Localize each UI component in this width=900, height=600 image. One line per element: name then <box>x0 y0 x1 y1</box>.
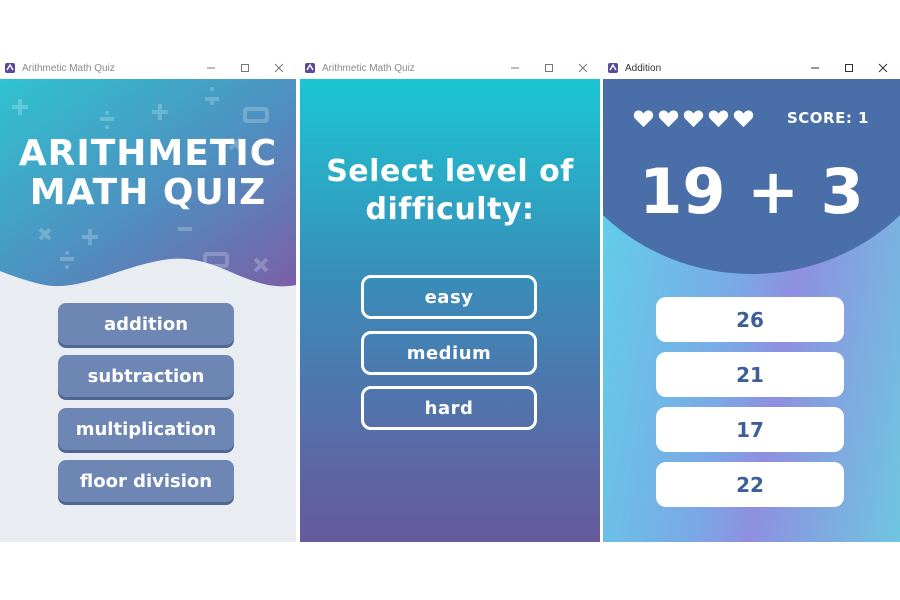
lives-indicator <box>633 109 754 128</box>
close-icon[interactable] <box>866 57 900 79</box>
window-title: Addition <box>625 62 662 74</box>
addition-button[interactable]: addition <box>58 303 234 345</box>
heart-icon <box>708 110 729 128</box>
answer-button[interactable]: 22 <box>656 462 844 507</box>
difficulty-heading-line1: Select level of <box>326 154 574 189</box>
heart-icon <box>658 110 679 128</box>
app-icon <box>305 63 315 73</box>
difficulty-heading-line2: difficulty: <box>365 192 535 227</box>
hard-button[interactable]: hard <box>361 386 537 430</box>
close-icon[interactable] <box>262 57 296 79</box>
minimize-icon[interactable] <box>194 57 228 79</box>
minimize-icon[interactable] <box>798 57 832 79</box>
multiplication-button[interactable]: multiplication <box>58 408 234 450</box>
maximize-icon[interactable] <box>832 57 866 79</box>
subtraction-button[interactable]: subtraction <box>58 355 234 397</box>
answer-button[interactable]: 21 <box>656 352 844 397</box>
app-title-line1: ARITHMETIC <box>18 133 278 174</box>
difficulty-content: Select level of difficulty: easy medium … <box>300 79 600 542</box>
maximize-icon[interactable] <box>532 57 566 79</box>
window-title: Arithmetic Math Quiz <box>322 62 415 74</box>
maximize-icon[interactable] <box>228 57 262 79</box>
floor-division-button[interactable]: floor division <box>58 460 234 502</box>
quiz-content: SCORE: 1 19 + 3 26 21 17 22 <box>603 79 900 542</box>
quiz-window: Addition SCORE: 1 19 + 3 26 21 17 22 <box>603 57 900 542</box>
easy-button[interactable]: easy <box>361 275 537 319</box>
answer-button[interactable]: 26 <box>656 297 844 342</box>
medium-button[interactable]: medium <box>361 331 537 375</box>
window-title: Arithmetic Math Quiz <box>22 62 115 74</box>
question-text: 19 + 3 <box>639 155 864 228</box>
minimize-icon[interactable] <box>498 57 532 79</box>
title-bar[interactable]: Arithmetic Math Quiz <box>300 57 600 79</box>
main-menu-window: Arithmetic Math Quiz ARITHMETIC MATH QUI… <box>0 57 296 542</box>
app-icon <box>5 63 15 73</box>
app-title-line2: MATH QUIZ <box>29 172 267 213</box>
title-bar[interactable]: Addition <box>603 57 900 79</box>
score-label: SCORE: 1 <box>786 109 869 127</box>
menu-content: ARITHMETIC MATH QUIZ addition subtractio… <box>0 79 296 542</box>
difficulty-window: Arithmetic Math Quiz Select level of dif… <box>300 57 600 542</box>
heart-icon <box>633 110 654 128</box>
close-icon[interactable] <box>566 57 600 79</box>
app-icon <box>608 63 618 73</box>
title-bar[interactable]: Arithmetic Math Quiz <box>0 57 296 79</box>
heart-icon <box>683 110 704 128</box>
answer-button[interactable]: 17 <box>656 407 844 452</box>
heart-icon <box>733 110 754 128</box>
